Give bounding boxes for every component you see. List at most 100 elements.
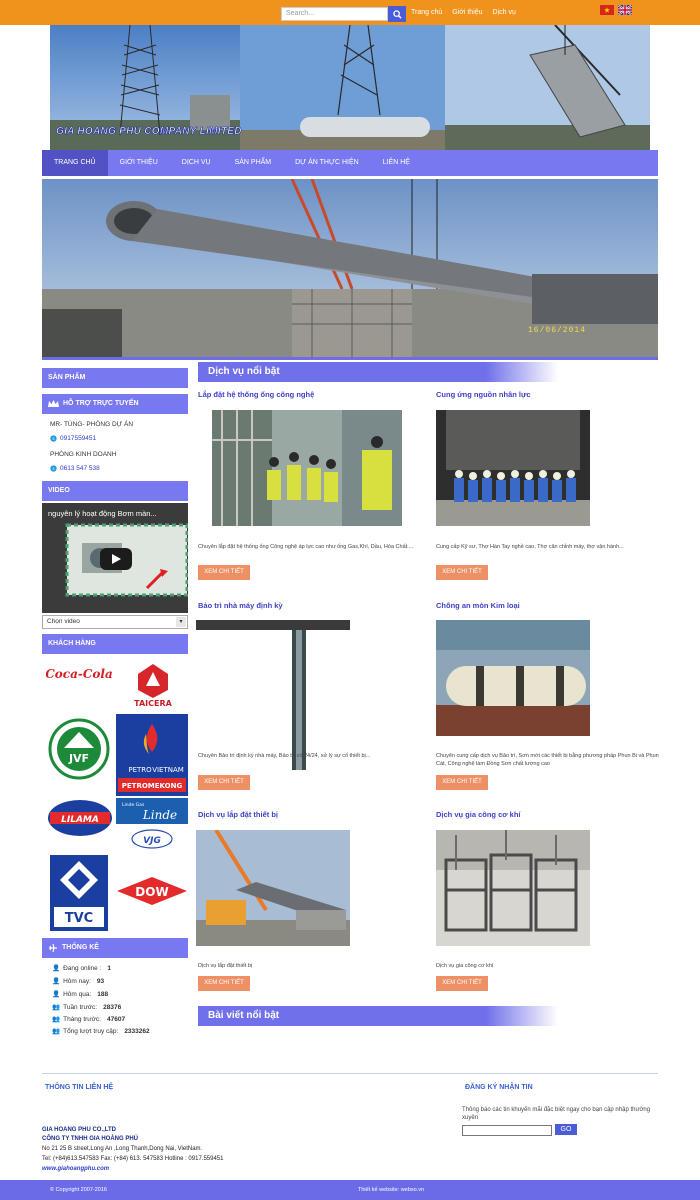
copyright-text: © Copyright 2007-2016 (50, 1187, 107, 1193)
newsletter-email-input[interactable] (462, 1125, 552, 1136)
users-icon: 👥 (52, 1016, 61, 1023)
view-details-button[interactable]: XEM CHI TIẾT (436, 976, 488, 991)
service-image-machining[interactable] (436, 830, 590, 946)
sidebar-customers-header: KHÁCH HÀNG (42, 634, 188, 654)
petrovietnam-logo-text-1: PETRO (128, 766, 152, 774)
jvf-logo[interactable]: JVF (48, 718, 110, 780)
nav-item-products[interactable]: SẢN PHẨM (223, 150, 284, 176)
service-image-manpower[interactable] (436, 410, 590, 526)
vjg-logo[interactable]: VJG (130, 828, 174, 850)
view-details-button[interactable]: XEM CHI TIẾT (436, 565, 488, 580)
vietnam-flag-icon[interactable] (600, 5, 614, 15)
video-select[interactable]: Chọn video ▾ (42, 615, 188, 629)
skype-icon: s (50, 435, 57, 442)
service-title-manpower[interactable]: Cung ứng nguồn nhân lực (436, 390, 531, 399)
stat-lastmonth-label: Tháng trước: (63, 1015, 101, 1023)
lilama-logo[interactable]: LILAMA (46, 798, 114, 838)
users-icon: 👥 (52, 1028, 61, 1035)
sidebar-video-title: VIDEO (48, 487, 70, 494)
nav-item-about[interactable]: GIỚI THIỆU (108, 150, 170, 176)
view-details-button[interactable]: XEM CHI TIẾT (198, 775, 250, 790)
lilama-logo-text: LILAMA (61, 815, 99, 825)
stat-yesterday-value: 188 (97, 990, 109, 998)
top-links: Trang chủ Giới thiệu Dịch vụ (411, 9, 516, 16)
user-icon: 👤 (52, 965, 61, 972)
play-button[interactable] (100, 548, 132, 570)
nav-item-contact[interactable]: LIÊN HỆ (371, 150, 422, 176)
footer-divider (42, 1073, 658, 1074)
stat-lastweek-label: Tuần trước: (63, 1003, 98, 1011)
sidebar-stats-header: THỐNG KÊ (42, 938, 188, 958)
top-link-home[interactable]: Trang chủ (411, 9, 442, 16)
featured-services-title: Dịch vụ nổi bật (208, 366, 280, 377)
newsletter-description: Thông báo các tin khuyến mãi đặc biệt ng… (462, 1107, 651, 1121)
sidebar-support-header: HỖ TRỢ TRỰC TUYẾN (42, 394, 188, 414)
slider-divider (42, 357, 658, 360)
nav-item-home[interactable]: TRANG CHỦ (42, 150, 108, 176)
service-desc-equipment-install: Dịch vụ lắp đặt thiết bị (198, 963, 253, 969)
stat-lastmonth-value: 47607 (106, 1015, 126, 1023)
view-details-button[interactable]: XEM CHI TIẾT (198, 565, 250, 580)
uk-flag-icon[interactable] (618, 5, 632, 15)
contact-phone-sales[interactable]: s 0613 547 538 (50, 465, 100, 472)
banner-photo-crane (445, 25, 650, 150)
taicera-logo[interactable]: TAICERA (124, 662, 182, 708)
video-player[interactable]: nguyên lý hoạt động Bơm màn... (42, 503, 188, 613)
service-title-maintenance[interactable]: Bảo trì nhà máy định kỳ (198, 601, 283, 610)
footer-website-link[interactable]: www.giahoangphu.com (42, 1166, 109, 1172)
sidebar-support-title: HỖ TRỢ TRỰC TUYẾN (63, 400, 139, 407)
stat-last-week: 👥 Tuần trước: 28376 (52, 1003, 122, 1012)
petrovietnam-logo[interactable]: PETRO VIETNAM PETROMEKONG (116, 714, 188, 796)
service-desc-manpower: Cung cấp Kỹ sư, Thợ Hàn Tay nghề cao, Th… (436, 544, 624, 550)
coca-cola-logo[interactable]: Coca-Cola (46, 660, 112, 686)
petrovietnam-logo-text-2: VIETNAM (152, 766, 184, 774)
jvf-logo-text: JVF (68, 752, 89, 765)
stat-online-label: Đang online : (63, 964, 102, 972)
service-desc-anticorrosion: Chuyên cung cấp dịch vụ Bảo trì, Sơn mới… (436, 753, 659, 767)
service-image-anticorrosion[interactable] (436, 620, 590, 736)
sidebar-products-header[interactable]: SẢN PHẨM (42, 368, 188, 388)
top-link-about[interactable]: Giới thiệu (452, 9, 482, 16)
footer-company-en: GIA HOANG PHU CO.,LTD (42, 1127, 116, 1133)
view-details-button[interactable]: XEM CHI TIẾT (436, 775, 488, 790)
main-nav: TRANG CHỦ GIỚI THIỆU DỊCH VỤ SẢN PHẨM DỰ… (42, 150, 658, 176)
service-image-equipment-install[interactable] (196, 830, 350, 946)
service-title-pipe-install[interactable]: Lắp đặt hệ thống ống công nghệ (198, 390, 314, 399)
featured-posts-header: Bài viết nổi bật (198, 1006, 558, 1026)
sidebar-products-title: SẢN PHẨM (48, 374, 86, 381)
stat-last-month: 👥 Tháng trước: 47607 (52, 1015, 126, 1024)
service-title-machining[interactable]: Dịch vụ gia công cơ khí (436, 810, 521, 819)
stat-total-label: Tổng lượt truy cập: (63, 1027, 119, 1035)
stat-lastweek-value: 28376 (103, 1003, 122, 1011)
view-details-button[interactable]: XEM CHI TIẾT (198, 976, 250, 991)
search-button[interactable] (388, 6, 406, 22)
featured-posts-title: Bài viết nổi bật (208, 1010, 280, 1021)
stat-online-value: 1 (107, 964, 112, 972)
contact-phone-project[interactable]: s 0917559451 (50, 435, 96, 442)
dow-logo[interactable]: DOW (116, 876, 188, 906)
designer-credit[interactable]: Thiết kế website: webso.vn (358, 1187, 424, 1193)
users-icon: 👥 (52, 1004, 61, 1011)
search-input[interactable]: Search... (281, 7, 388, 21)
service-image-pipe-install[interactable] (212, 410, 402, 526)
service-title-equipment-install[interactable]: Dịch vụ lắp đặt thiết bị (198, 810, 278, 819)
top-link-services[interactable]: Dịch vụ (493, 9, 516, 16)
service-image-maintenance[interactable] (196, 620, 350, 770)
newsletter-go-button[interactable]: GO (555, 1124, 577, 1135)
chevron-down-icon: ▾ (176, 617, 186, 627)
featured-services-header: Dịch vụ nổi bật (198, 362, 558, 382)
tvc-logo-text: TVC (65, 911, 93, 926)
contact-phone-sales-text: 0613 547 538 (60, 465, 100, 472)
stat-today-label: Hôm nay: (63, 977, 91, 985)
coca-cola-logo-text: Coca-Cola (46, 667, 112, 681)
stat-yesterday: 👤 Hôm qua: 188 (52, 990, 109, 999)
nav-item-services[interactable]: DỊCH VỤ (170, 150, 223, 176)
contact-name-sales: PHÒNG KINH DOANH (50, 451, 117, 458)
linde-logo[interactable]: Linde Gas Linde (116, 798, 188, 824)
nav-item-projects[interactable]: DỰ ÁN THỰC HIỆN (283, 150, 371, 176)
service-title-anticorrosion[interactable]: Chống an mòn Kim loại (436, 601, 520, 610)
service-desc-maintenance: Chuyên Bảo trì định kỳ nhà máy, Bảo trì … (198, 753, 371, 759)
skype-icon: s (50, 465, 57, 472)
tvc-logo[interactable]: TVC (50, 855, 108, 931)
dow-logo-text: DOW (135, 885, 168, 899)
